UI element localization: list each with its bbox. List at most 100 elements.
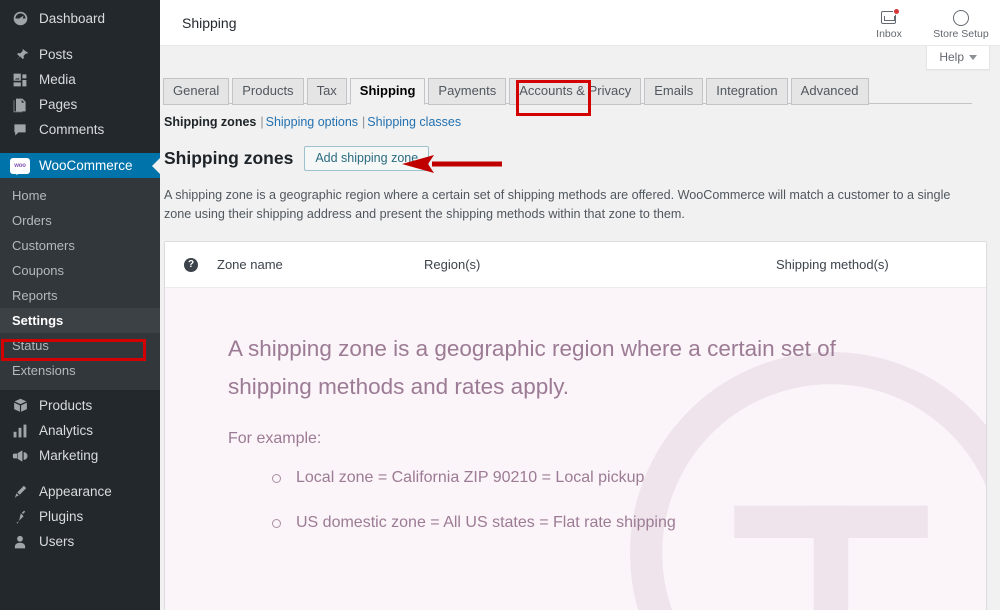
shipping-zones-header: Shipping zones Add shipping zone [164,145,986,173]
submenu-label: Coupons [12,263,65,278]
submenu-label: Extensions [12,363,76,378]
sidebar-subitem-status[interactable]: Status [0,333,160,358]
shipping-zones-description: A shipping zone is a geographic region w… [164,188,951,221]
sidebar-item-analytics[interactable]: Analytics [0,418,160,443]
inbox-button[interactable]: Inbox [856,2,922,46]
sidebar-item-label: Plugins [39,509,84,524]
top-bar-actions: Inbox Store Setup [856,0,1000,46]
sidebar-item-marketing[interactable]: Marketing [0,443,160,468]
column-header-shipping-methods: Shipping method(s) [776,257,889,272]
page-title: Shipping [182,14,237,31]
tab-products[interactable]: Products [232,78,304,105]
sidebar-item-label: Users [39,534,75,549]
sidebar-item-label: Pages [39,97,78,112]
sidebar-item-label: Comments [39,122,105,137]
sidebar-item-label: WooCommerce [39,158,133,173]
tab-payments[interactable]: Payments [428,78,507,105]
subnav-shipping-options[interactable]: Shipping options [266,115,358,129]
sidebar-item-label: Appearance [39,484,112,499]
sidebar-item-posts[interactable]: Posts [0,42,160,67]
chevron-down-icon [969,54,977,60]
shipping-zones-title: Shipping zones [164,147,294,168]
marketing-icon [10,446,30,466]
sidebar-subitem-extensions[interactable]: Extensions [0,358,160,383]
submenu-label: Customers [12,238,75,253]
submenu-label: Status [12,338,49,353]
woocommerce-submenu: Home Orders Customers Coupons Reports Se… [0,178,160,390]
column-header-zone-name: Zone name [217,257,283,272]
products-icon [10,396,30,416]
sidebar-item-appearance[interactable]: Appearance [0,479,160,504]
inbox-label: Inbox [876,27,902,40]
sidebar-item-label: Marketing [39,448,99,463]
main-content-area: Shipping Inbox Store Setup Help General … [160,0,1000,610]
tab-tax[interactable]: Tax [306,78,347,105]
list-item: US domestic zone = All US states = Flat … [270,513,986,533]
admin-sidebar: Dashboard Posts Media Pages Comments woo… [0,0,160,610]
sidebar-divider [0,468,160,479]
sidebar-subitem-orders[interactable]: Orders [0,208,160,233]
tab-integration[interactable]: Integration [706,78,788,105]
submenu-label: Settings [12,313,64,328]
sidebar-subitem-settings[interactable]: Settings [0,308,160,333]
tab-shipping[interactable]: Shipping [349,78,426,105]
shipping-subnav: Shipping zones | Shipping options | Shipping… [164,115,986,129]
help-label: Help [939,50,964,64]
analytics-icon [10,421,30,441]
help-dropdown-button[interactable]: Help [926,46,990,70]
shipping-zones-empty-state: A shipping zone is a geographic region w… [165,288,986,610]
sidebar-item-label: Posts [39,47,73,62]
sidebar-item-label: Products [39,398,93,413]
sidebar-item-comments[interactable]: Comments [0,117,160,142]
sidebar-item-label: Analytics [39,423,94,438]
appearance-icon [10,482,30,502]
tab-emails[interactable]: Emails [644,78,704,105]
sidebar-item-dashboard[interactable]: Dashboard [0,6,160,31]
store-setup-label: Store Setup [933,27,989,40]
subnav-shipping-zones[interactable]: Shipping zones [164,115,256,129]
subnav-separator: | [260,115,264,129]
sidebar-item-plugins[interactable]: Plugins [0,504,160,529]
sidebar-item-pages[interactable]: Pages [0,92,160,117]
comments-icon [10,120,30,140]
sidebar-item-media[interactable]: Media [0,67,160,92]
sidebar-item-label: Dashboard [39,11,106,26]
empty-state-content: A shipping zone is a geographic region w… [228,330,986,533]
sidebar-subitem-reports[interactable]: Reports [0,283,160,308]
tab-accounts-privacy[interactable]: Accounts & Privacy [509,78,642,105]
red-left-arrow-annotation [402,155,502,173]
circle-progress-icon [952,8,970,26]
list-item: Local zone = California ZIP 90210 = Loca… [270,468,986,488]
store-setup-button[interactable]: Store Setup [922,2,1000,46]
empty-state-example-label: For example: [228,430,322,447]
woocommerce-icon: woo [10,156,30,176]
table-header-row: ? Zone name Region(s) Shipping method(s) [165,242,986,288]
sidebar-item-products[interactable]: Products [0,393,160,418]
sidebar-subitem-coupons[interactable]: Coupons [0,258,160,283]
pin-icon [10,45,30,65]
submenu-label: Home [12,188,47,203]
submenu-label: Reports [12,288,58,303]
sidebar-item-woocommerce[interactable]: woo WooCommerce [0,153,160,178]
sidebar-divider [0,31,160,42]
dashboard-icon [10,9,30,29]
tab-advanced[interactable]: Advanced [790,78,869,105]
inbox-tray-icon [880,7,900,26]
sidebar-item-label: Media [39,72,76,87]
column-header-regions: Region(s) [424,257,481,272]
top-bar: Shipping Inbox Store Setup [160,0,1000,46]
zone-help-icon[interactable]: ? [165,257,217,272]
woocommerce-admin-screen: Dashboard Posts Media Pages Comments woo… [0,0,1000,610]
sidebar-subitem-home[interactable]: Home [0,183,160,208]
shipping-zones-table: ? Zone name Region(s) Shipping method(s)… [164,241,987,610]
sidebar-subitem-customers[interactable]: Customers [0,233,160,258]
sidebar-divider [0,142,160,153]
sidebar-item-users[interactable]: Users [0,529,160,554]
users-icon [10,532,30,552]
question-mark-icon: ? [184,257,198,272]
settings-content: General Products Tax Shipping Payments A… [160,77,1000,610]
submenu-label: Orders [12,213,52,228]
pages-icon [10,95,30,115]
subnav-shipping-classes[interactable]: Shipping classes [367,115,461,129]
tab-general[interactable]: General [163,78,230,105]
